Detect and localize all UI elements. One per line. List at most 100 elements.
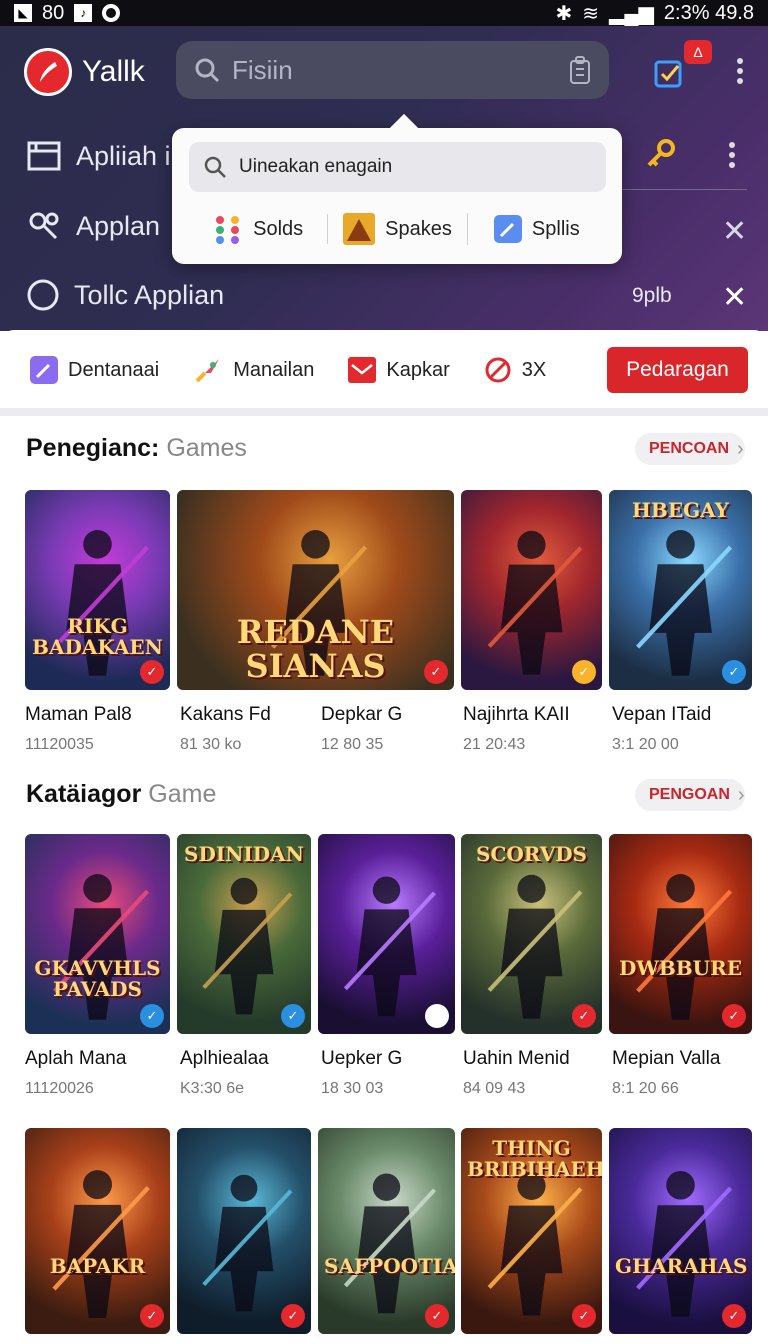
game-card[interactable]: RIKG BADAKAEN ✓ xyxy=(25,490,170,690)
search-bar[interactable]: Fisiin xyxy=(176,41,609,99)
wifi-icon: ≋ xyxy=(582,2,599,25)
game-art-title: REDANE SIANAS xyxy=(236,613,395,685)
platform-badge-icon: ✓ xyxy=(722,660,746,684)
game-artwork xyxy=(636,1170,733,1317)
platform-badge-icon: ✓ xyxy=(140,660,164,684)
game-meta: 84 09 43 xyxy=(463,1080,526,1097)
status-number: 80 xyxy=(42,1,65,24)
platform-badge-icon: ✓ xyxy=(425,1004,449,1028)
key-icon[interactable] xyxy=(644,138,676,170)
see-more-label: PENGOAN xyxy=(649,786,730,803)
game-name[interactable]: Depkar G xyxy=(321,704,402,726)
game-name[interactable]: Najihrta KAII xyxy=(463,704,570,726)
game-name[interactable]: Mepian Valla xyxy=(612,1048,720,1070)
see-more-button[interactable]: PENCOAN › xyxy=(635,433,745,465)
game-meta: 11120026 xyxy=(25,1080,94,1097)
quick-action-label: Dentanaai xyxy=(68,358,160,381)
popup-item-solds[interactable]: Solds xyxy=(189,214,329,244)
game-art-title: SCORVDS xyxy=(476,842,587,866)
quick-action-kapkar[interactable]: Kapkar xyxy=(348,357,450,383)
platform-badge-icon: ✓ xyxy=(281,1304,305,1328)
game-art-title: BAPAKR xyxy=(49,1253,146,1278)
close-icon[interactable]: ✕ xyxy=(722,214,747,249)
people-icon xyxy=(29,212,59,240)
game-card[interactable]: SDINIDAN ✓ xyxy=(177,834,311,1034)
dots-grid-icon xyxy=(216,216,240,244)
primary-action-button[interactable]: Pedaragan xyxy=(607,347,748,393)
game-card[interactable]: SAFPOOTIAS ✓ xyxy=(318,1128,455,1334)
game-card[interactable]: THING BRIBIHAEH ✓ xyxy=(461,1128,602,1334)
signal-icon: ▂▄▆ xyxy=(608,2,654,25)
game-artwork xyxy=(52,1170,150,1318)
window-icon xyxy=(27,141,61,171)
popup-items: Solds Spakes Spllis xyxy=(189,204,606,254)
status-bar: ◣ 80 ♪ ✱ ≋ ▂▄▆ 2:3% 49.8 xyxy=(0,0,768,26)
logo-icon xyxy=(24,48,72,96)
section-title: Penegianc: Games xyxy=(26,434,247,463)
clipboard-icon[interactable] xyxy=(569,55,591,85)
game-card[interactable]: BAPAKR ✓ xyxy=(25,1128,170,1334)
game-name[interactable]: Uahin Menid xyxy=(463,1048,570,1070)
game-meta: 11120035 xyxy=(25,736,94,753)
see-more-label: PENCOAN xyxy=(649,440,730,457)
section-title-main: Penegianc: xyxy=(26,434,160,462)
edit-icon xyxy=(493,215,522,243)
game-art-title: RIKG BADAKAEN xyxy=(32,614,163,659)
game-name[interactable]: Maman Pal8 xyxy=(25,704,132,726)
popup-item-label: Solds xyxy=(253,217,304,240)
game-card[interactable]: ✓ xyxy=(461,490,602,690)
more-vertical-icon[interactable] xyxy=(728,142,736,168)
game-card[interactable]: ✓ xyxy=(177,1128,311,1334)
quick-action-label: Manailan xyxy=(233,358,315,381)
game-artwork xyxy=(343,1173,436,1314)
quick-action-dentanaai[interactable]: Dentanaai xyxy=(30,356,159,384)
game-art-title: SDINIDAN xyxy=(184,842,304,866)
game-card[interactable]: ✓ xyxy=(318,834,455,1034)
game-card[interactable]: DWBBURE ✓ xyxy=(609,834,752,1034)
edit-icon xyxy=(30,356,58,384)
game-meta: 18 30 03 xyxy=(321,1080,384,1097)
game-name[interactable]: Aplhiealaa xyxy=(180,1048,269,1070)
app-screen: ◣ 80 ♪ ✱ ≋ ▂▄▆ 2:3% 49.8 Yallk Fisiin Δ xyxy=(0,0,768,1344)
game-thumbnail-icon xyxy=(343,213,376,245)
game-meta: 21 20:43 xyxy=(463,736,526,753)
row-divider xyxy=(622,189,747,190)
popup-search-text: Uineakan enagain xyxy=(239,156,393,177)
checklist-icon[interactable] xyxy=(654,58,684,88)
section-title-main: Katäiagor xyxy=(26,780,142,808)
tag-icon xyxy=(485,357,511,383)
game-card[interactable]: GHARAHAS ✓ xyxy=(609,1128,752,1334)
menu-row-2[interactable]: Applan xyxy=(26,210,160,242)
game-art-title: SAFPOOTIAS xyxy=(324,1253,455,1278)
see-more-button[interactable]: PENGOAN › xyxy=(635,779,745,811)
game-card[interactable]: HBEGAY ✓ xyxy=(609,490,752,690)
popup-item-spakes[interactable]: Spakes xyxy=(328,213,468,245)
chevron-right-icon: › xyxy=(737,783,745,806)
quick-action-label: Kapkar xyxy=(386,358,450,381)
quick-action-manailan[interactable]: Manailan xyxy=(193,355,314,385)
more-vertical-icon[interactable] xyxy=(736,58,744,84)
quick-action-3x[interactable]: 3X xyxy=(484,356,546,384)
game-name[interactable]: Uepker G xyxy=(321,1048,402,1070)
menu-row-3[interactable]: Tollc Applian xyxy=(26,278,224,312)
platform-badge-icon: ✓ xyxy=(722,1304,746,1328)
game-card[interactable]: REDANE SIANAS ✓ xyxy=(177,490,454,690)
game-name[interactable]: Kakans Fd xyxy=(180,704,271,726)
platform-badge-icon: ✓ xyxy=(140,1004,164,1028)
content-panel: Dentanaai Manailan Kapkar 3X Pedaragan P… xyxy=(0,330,768,1344)
platform-badge-icon: ✓ xyxy=(424,660,448,684)
search-icon xyxy=(204,156,226,178)
popup-search-field[interactable]: Uineakan enagain xyxy=(189,142,606,192)
menu-row-1[interactable]: Apliiah i xyxy=(26,140,171,172)
section-title: Katäiagor Game xyxy=(26,780,216,809)
game-card[interactable]: SCORVDS ✓ xyxy=(461,834,602,1034)
game-name[interactable]: Aplah Mana xyxy=(25,1048,126,1070)
close-icon[interactable]: ✕ xyxy=(722,280,747,315)
game-art-title: GHARAHAS xyxy=(615,1253,748,1278)
section-title-sub: Games xyxy=(166,434,247,462)
popup-item-spllis[interactable]: Spllis xyxy=(468,215,606,243)
game-card[interactable]: GKAVVHLS PAVADS ✓ xyxy=(25,834,170,1034)
platform-badge-icon: ✓ xyxy=(572,1304,596,1328)
app-logo[interactable]: Yallk xyxy=(24,48,145,96)
game-name[interactable]: Vepan ITaid xyxy=(612,704,711,726)
